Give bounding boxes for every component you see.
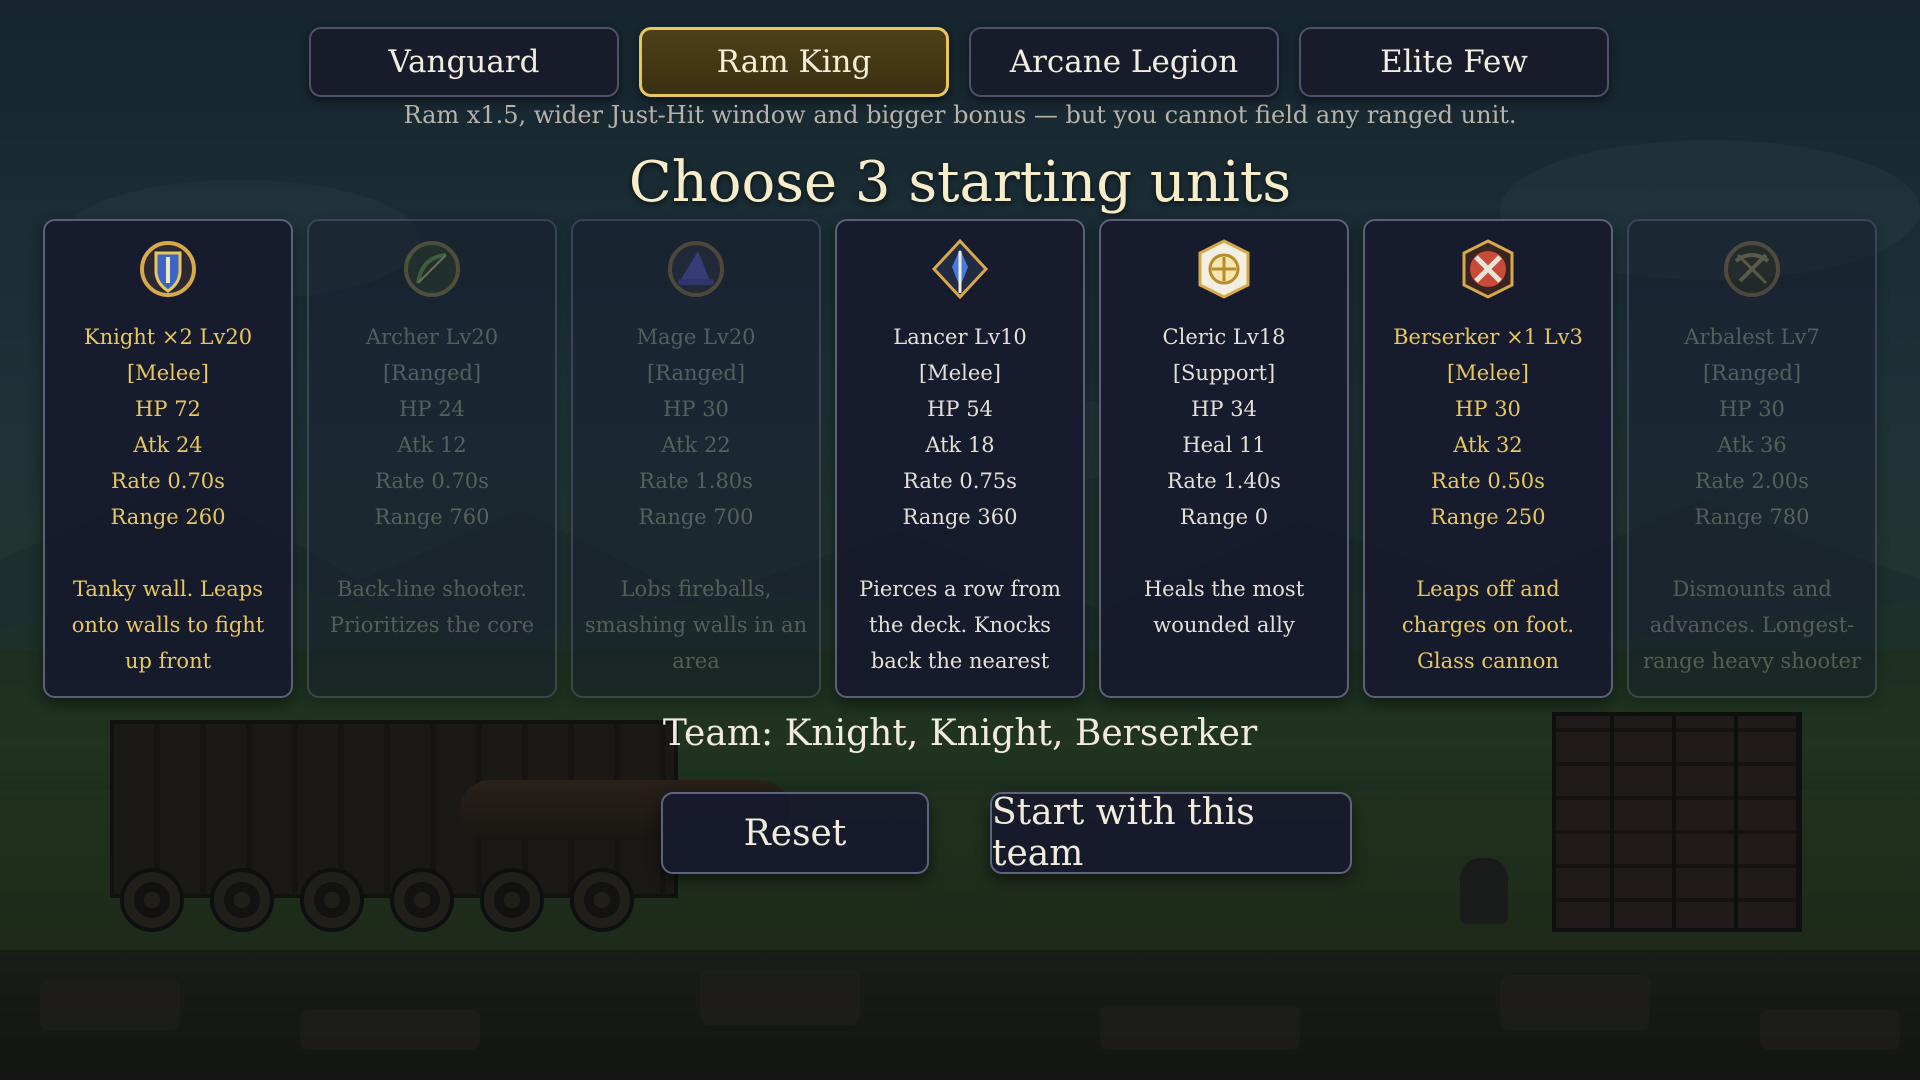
- unit-range: Range 700: [638, 505, 754, 529]
- unit-role: [Ranged]: [1702, 361, 1802, 385]
- tab-elite-few[interactable]: Elite Few: [1299, 27, 1609, 97]
- unit-range: Range 0: [1179, 505, 1269, 529]
- knight-shield-icon: [140, 241, 196, 297]
- unit-power: Atk 22: [661, 433, 731, 457]
- unit-role: [Melee]: [127, 361, 209, 385]
- unit-power: Atk 24: [133, 433, 203, 457]
- unit-name: Mage Lv20: [636, 325, 756, 349]
- unit-range: Range 250: [1430, 505, 1546, 529]
- cleric-holy-icon: [1198, 239, 1250, 299]
- unit-card-knight[interactable]: Knight ×2 Lv20 [Melee] HP 72 Atk 24 Rate…: [43, 219, 293, 698]
- unit-card-berserker[interactable]: Berserker ×1 Lv3 [Melee] HP 30 Atk 32 Ra…: [1363, 219, 1613, 698]
- start-button[interactable]: Start with this team: [990, 792, 1352, 874]
- unit-card-arbalest[interactable]: Arbalest Lv7 [Ranged] HP 30 Atk 36 Rate …: [1627, 219, 1877, 698]
- unit-name: Lancer Lv10: [893, 325, 1027, 349]
- unit-power: Atk 18: [925, 433, 995, 457]
- arbalest-crossbow-icon: [1724, 241, 1780, 297]
- mage-hat-icon: [668, 241, 724, 297]
- unit-hp: HP 54: [927, 397, 993, 421]
- unit-card-cleric[interactable]: Cleric Lv18 [Support] HP 34 Heal 11 Rate…: [1099, 219, 1349, 698]
- unit-description: Dismounts and advances. Longest-range he…: [1643, 577, 1861, 673]
- strategy-tabs: Vanguard Ram King Arcane Legion Elite Fe…: [309, 27, 1609, 97]
- unit-name: Archer Lv20: [365, 325, 499, 349]
- mode-description: Ram x1.5, wider Just-Hit window and bigg…: [403, 101, 1517, 129]
- unit-hp: HP 34: [1191, 397, 1257, 421]
- unit-name: Cleric Lv18: [1162, 325, 1286, 349]
- berserker-axe-icon: [1462, 239, 1514, 299]
- unit-rate: Rate 0.70s: [111, 469, 225, 493]
- unit-hp: HP 30: [663, 397, 729, 421]
- unit-range: Range 780: [1694, 505, 1810, 529]
- unit-hp: HP 72: [135, 397, 201, 421]
- unit-hp: HP 30: [1719, 397, 1785, 421]
- unit-role: [Melee]: [919, 361, 1001, 385]
- team-summary: Team: Knight, Knight, Berserker: [662, 713, 1258, 754]
- unit-name: Berserker ×1 Lv3: [1393, 325, 1583, 349]
- unit-range: Range 760: [374, 505, 490, 529]
- unit-power: Heal 11: [1182, 433, 1266, 457]
- unit-card-mage[interactable]: Mage Lv20 [Ranged] HP 30 Atk 22 Rate 1.8…: [571, 219, 821, 698]
- unit-description: Back-line shooter. Prioritizes the core: [329, 577, 535, 637]
- unit-rate: Rate 1.40s: [1167, 469, 1281, 493]
- reset-button[interactable]: Reset: [661, 792, 929, 874]
- unit-range: Range 360: [902, 505, 1018, 529]
- unit-rate: Rate 2.00s: [1695, 469, 1809, 493]
- unit-card-archer[interactable]: Archer Lv20 [Ranged] HP 24 Atk 12 Rate 0…: [307, 219, 557, 698]
- unit-description: Tanky wall. Leaps onto walls to fight up…: [71, 577, 265, 673]
- page-title: Choose 3 starting units: [628, 150, 1292, 215]
- unit-power: Atk 36: [1717, 433, 1787, 457]
- tab-arcane-legion[interactable]: Arcane Legion: [969, 27, 1279, 97]
- unit-range: Range 260: [110, 505, 226, 529]
- unit-cards: Knight ×2 Lv20 [Melee] HP 72 Atk 24 Rate…: [43, 219, 1877, 698]
- tab-vanguard[interactable]: Vanguard: [309, 27, 619, 97]
- unit-rate: Rate 0.50s: [1431, 469, 1545, 493]
- unit-description: Lobs fireballs, smashing walls in an are…: [584, 577, 808, 673]
- archer-bow-icon: [404, 241, 460, 297]
- unit-power: Atk 32: [1453, 433, 1523, 457]
- unit-name: Arbalest Lv7: [1684, 325, 1820, 349]
- unit-name: Knight ×2 Lv20: [83, 325, 253, 349]
- tab-ram-king[interactable]: Ram King: [639, 27, 949, 97]
- unit-role: [Support]: [1172, 361, 1276, 385]
- unit-power: Atk 12: [397, 433, 467, 457]
- lancer-spear-icon: [931, 238, 989, 300]
- unit-description: Leaps off and charges on foot. Glass can…: [1401, 577, 1575, 673]
- unit-card-lancer[interactable]: Lancer Lv10 [Melee] HP 54 Atk 18 Rate 0.…: [835, 219, 1085, 698]
- unit-role: [Ranged]: [646, 361, 746, 385]
- unit-hp: HP 24: [399, 397, 465, 421]
- unit-rate: Rate 0.70s: [375, 469, 489, 493]
- unit-hp: HP 30: [1455, 397, 1521, 421]
- unit-rate: Rate 0.75s: [903, 469, 1017, 493]
- unit-role: [Melee]: [1447, 361, 1529, 385]
- unit-rate: Rate 1.80s: [639, 469, 753, 493]
- unit-description: Pierces a row from the deck. Knocks back…: [859, 577, 1061, 673]
- unit-role: [Ranged]: [382, 361, 482, 385]
- unit-description: Heals the most wounded ally: [1143, 577, 1305, 637]
